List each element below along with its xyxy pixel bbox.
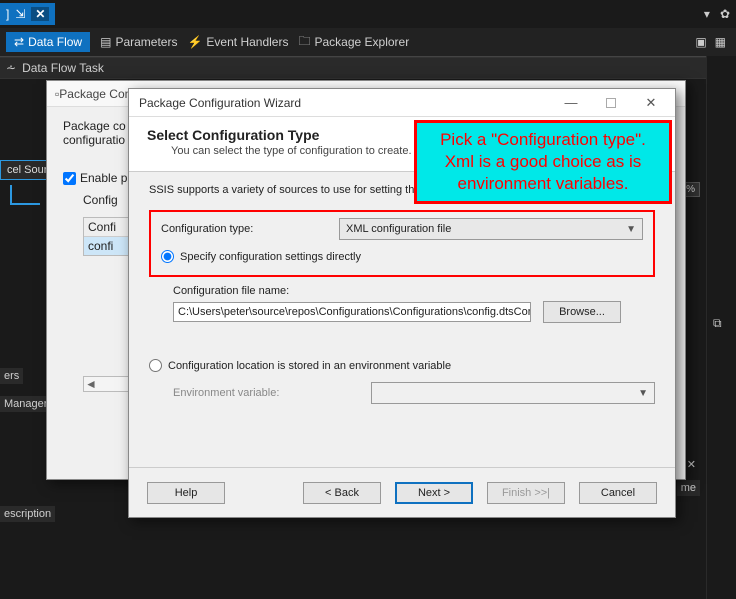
file-path-input[interactable]: C:\Users\peter\source\repos\Configuratio… [173, 302, 531, 322]
close-icon[interactable]: ✕ [31, 7, 49, 21]
scroll-left-icon[interactable]: ◄ [84, 377, 98, 391]
cancel-button[interactable]: Cancel [579, 482, 657, 504]
config-type-select[interactable]: XML configuration file ▼ [339, 218, 643, 240]
parameters-label: Parameters [115, 35, 177, 49]
connector-line [10, 185, 40, 205]
browse-button[interactable]: Browse... [543, 301, 621, 323]
minimize-button[interactable]: — [551, 90, 591, 116]
right-dock-strip: ⧉ [706, 56, 736, 599]
manager-label: Manager [0, 396, 51, 412]
wizard-title-text: Package Configuration Wizard [139, 96, 301, 110]
env-var-label: Environment variable: [173, 387, 363, 399]
gear-icon[interactable]: ✿ [720, 7, 730, 21]
window-close-button[interactable]: ✕ [631, 90, 671, 116]
config-type-label: Configuration type: [161, 223, 331, 235]
top-right-icons: ▾ ✿ [704, 7, 730, 21]
package-explorer-icon: 🗀 [298, 32, 310, 53]
pin-icon[interactable]: ⇲ [15, 7, 25, 21]
dropdown-icon[interactable]: ▾ [704, 7, 710, 21]
dataflow-label: Data Flow [28, 35, 82, 49]
layout-icon[interactable]: ▣ [695, 35, 706, 49]
event-handlers-tab[interactable]: ⚡ Event Handlers [187, 35, 288, 49]
callout-line3: environment variables. [427, 173, 659, 195]
parameters-tab[interactable]: ▤ Parameters [100, 35, 177, 49]
wizard-footer: Help < Back Next > Finish >>| Cancel [129, 467, 675, 517]
dock-glyph-icon[interactable]: ⧉ [713, 316, 722, 331]
radio-env[interactable] [149, 359, 162, 372]
env-var-select: ▼ [371, 382, 655, 404]
back-button[interactable]: < Back [303, 482, 381, 504]
event-handlers-icon: ⚡ [187, 35, 202, 49]
finish-button: Finish >>| [487, 482, 565, 504]
package-explorer-label: Package Explorer [314, 35, 409, 49]
designer-toolbar: ⇄ Data Flow ▤ Parameters ⚡ Event Handler… [0, 28, 736, 56]
annotation-callout: Pick a "Configuration type". Xml is a go… [414, 120, 672, 204]
annotation-highlight-box: Configuration type: XML configuration fi… [149, 210, 655, 277]
breadcrumb-task[interactable]: Data Flow Task [22, 61, 104, 75]
active-tab[interactable]: ] ⇲ ✕ [0, 3, 55, 25]
branch-icon: ⩪ [6, 61, 16, 75]
enable-label: Enable p [80, 171, 127, 185]
wizard-titlebar[interactable]: Package Configuration Wizard — ✕ [129, 89, 675, 117]
next-button[interactable]: Next > [395, 482, 473, 504]
radio-env-label: Configuration location is stored in an e… [168, 360, 451, 372]
breadcrumb: ⩪ Data Flow Task ▾ [0, 57, 736, 79]
chevron-down-icon: ▼ [638, 388, 648, 399]
event-handlers-label: Event Handlers [206, 35, 288, 49]
callout-line1: Pick a "Configuration type". [427, 129, 659, 151]
help-button[interactable]: Help [147, 482, 225, 504]
panel-close-icon[interactable]: ✕ [687, 458, 696, 471]
panel-me-label: me [677, 480, 700, 496]
dataflow-icon: ⇄ [14, 35, 24, 49]
connection-managers-panel[interactable]: ers [0, 368, 23, 384]
description-label: escription [0, 506, 55, 522]
parameters-icon: ▤ [100, 35, 111, 49]
enable-checkbox[interactable] [63, 172, 76, 185]
callout-line2: Xml is a good choice as is [427, 151, 659, 173]
vs-tab-strip: ] ⇲ ✕ ▾ ✿ [0, 0, 736, 28]
file-path-value: C:\Users\peter\source\repos\Configuratio… [178, 306, 531, 318]
dataflow-tab[interactable]: ⇄ Data Flow [6, 32, 90, 52]
maximize-button[interactable] [591, 90, 631, 116]
package-explorer-tab[interactable]: 🗀 Package Explorer [298, 32, 409, 53]
radio-direct[interactable] [161, 250, 174, 263]
radio-direct-label: Specify configuration settings directly [180, 251, 361, 263]
file-name-label: Configuration file name: [173, 285, 655, 297]
tab-label: ] [6, 7, 9, 21]
config-type-value: XML configuration file [346, 223, 451, 235]
chevron-down-icon: ▼ [626, 224, 636, 235]
grid-icon[interactable]: ▦ [715, 35, 726, 49]
